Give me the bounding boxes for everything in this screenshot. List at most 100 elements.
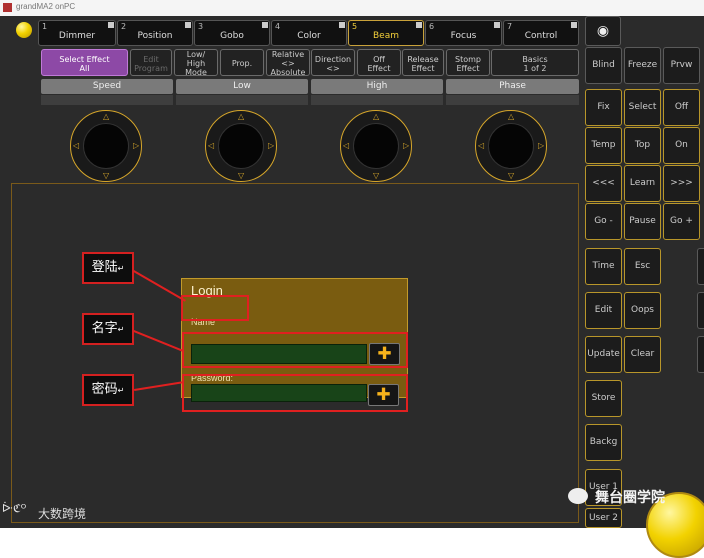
tab-number: 1 (42, 22, 48, 31)
select-effect-all-button[interactable]: Select Effect All (41, 49, 128, 76)
tab-corner-icon (262, 22, 268, 28)
basics-page-button[interactable]: Basics 1 of 2 (491, 49, 579, 76)
password-callout-text: 密码 (91, 382, 118, 397)
encoder-knob-speed[interactable]: △ ▽ ◁ ▷ (70, 110, 142, 182)
encoder-value-high (311, 95, 443, 105)
name-callout: 名字↵ (82, 313, 134, 345)
learn-button[interactable]: Learn (624, 165, 661, 202)
encoder-label-low: Low (176, 79, 308, 94)
tab-number: 6 (429, 22, 435, 31)
arrow-left-icon: ◁ (73, 141, 80, 150)
arrow-down-icon: ▽ (373, 171, 380, 180)
tab-corner-icon (108, 22, 114, 28)
arrow-left-icon: ◁ (343, 141, 350, 150)
page-back-button[interactable]: <<< (585, 165, 622, 202)
watermark-logo-glyph: ᐕℭᴼ (2, 502, 27, 515)
arrow-right-icon: ▷ (538, 141, 545, 150)
encoder-label-speed: Speed (41, 79, 173, 94)
arrow-up-icon: △ (238, 112, 245, 121)
encoder-value-low (176, 95, 308, 105)
window-titlebar: grandMA2 onPC (0, 0, 704, 16)
go-plus-button[interactable]: Go + (663, 203, 700, 240)
arrow-down-icon: ▽ (508, 171, 515, 180)
tab-label: Position (137, 31, 173, 41)
user2-button[interactable]: User 2 (585, 508, 622, 528)
login-title-highlight (181, 295, 249, 321)
return-icon: ↵ (117, 325, 125, 334)
arrow-left-icon: ◁ (478, 141, 485, 150)
esc-button[interactable]: Esc (624, 248, 661, 285)
page-forward-button[interactable]: >>> (663, 165, 700, 202)
name-field-highlight (182, 332, 408, 368)
tab-label: Beam (373, 31, 399, 41)
encoder-label-high: High (311, 79, 443, 94)
encoder-knob-high[interactable]: △ ▽ ◁ ▷ (340, 110, 412, 182)
stomp-effect-button[interactable]: Stomp Effect (446, 49, 490, 76)
encoder-knob-phase[interactable]: △ ▽ ◁ ▷ (475, 110, 547, 182)
low-high-mode-button[interactable]: Low/ High Mode (174, 49, 218, 77)
clear-button[interactable]: Clear (624, 336, 661, 373)
side-key-strip[interactable] (697, 248, 704, 285)
target-button[interactable]: ◉ (585, 16, 621, 46)
go-minus-button[interactable]: Go - (585, 203, 622, 240)
password-callout: 密码↵ (82, 374, 134, 406)
oops-button[interactable]: Oops (624, 292, 661, 329)
relative-absolute-button[interactable]: Relative <> Absolute (266, 49, 310, 77)
tab-label: Gobo (220, 31, 244, 41)
tab-corner-icon (494, 22, 500, 28)
preview-button[interactable]: Prvw (663, 47, 700, 84)
tab-corner-icon (571, 22, 577, 28)
tab-number: 3 (198, 22, 204, 31)
release-effect-button[interactable]: Release Effect (402, 49, 444, 76)
background-button[interactable]: Backg (585, 424, 622, 461)
blind-button[interactable]: Blind (585, 47, 622, 84)
time-button[interactable]: Time (585, 248, 622, 285)
arrow-up-icon: △ (373, 112, 380, 121)
tab-number: 4 (275, 22, 281, 31)
side-key-strip[interactable] (697, 336, 704, 373)
direction-button[interactable]: Direction <> (311, 49, 355, 76)
fix-button[interactable]: Fix (585, 89, 622, 126)
watermark-left-text: 大数跨境 (38, 507, 87, 521)
return-icon: ↵ (117, 386, 125, 395)
tab-control[interactable]: 7 Control (503, 20, 579, 46)
watermark-right-text: 舞台圈学院 (595, 490, 665, 506)
freeze-button[interactable]: Freeze (624, 47, 661, 84)
off-button[interactable]: Off (663, 89, 700, 126)
knob-center (353, 123, 399, 169)
tab-color[interactable]: 4 Color (271, 20, 347, 46)
side-key-strip[interactable] (697, 292, 704, 329)
status-orb-icon[interactable] (16, 22, 32, 38)
tab-gobo[interactable]: 3 Gobo (194, 20, 270, 46)
arrow-up-icon: △ (508, 112, 515, 121)
store-button[interactable]: Store (585, 380, 622, 417)
off-effect-button[interactable]: Off Effect (357, 49, 401, 76)
return-icon: ↵ (117, 264, 125, 273)
tab-beam[interactable]: 5 Beam (348, 20, 424, 46)
encoder-knob-low[interactable]: △ ▽ ◁ ▷ (205, 110, 277, 182)
name-callout-text: 名字 (91, 321, 118, 336)
target-icon: ◉ (596, 23, 610, 39)
temp-button[interactable]: Temp (585, 127, 622, 164)
select-button[interactable]: Select (624, 89, 661, 126)
arrow-right-icon: ▷ (133, 141, 140, 150)
arrow-right-icon: ▷ (268, 141, 275, 150)
tab-corner-icon (339, 22, 345, 28)
tab-position[interactable]: 2 Position (117, 20, 193, 46)
tab-label: Control (524, 31, 558, 41)
pause-button[interactable]: Pause (624, 203, 661, 240)
update-button[interactable]: Update (585, 336, 622, 373)
tab-label: Focus (450, 31, 477, 41)
tab-label: Dimmer (58, 31, 96, 41)
tab-number: 7 (507, 22, 513, 31)
top-button[interactable]: Top (624, 127, 661, 164)
on-button[interactable]: On (663, 127, 700, 164)
prop-button[interactable]: Prop. (220, 49, 264, 76)
tab-number: 5 (352, 22, 358, 31)
login-callout-text: 登陆 (91, 260, 118, 275)
edit-button[interactable]: Edit (585, 292, 622, 329)
tab-focus[interactable]: 6 Focus (425, 20, 502, 46)
tab-dimmer[interactable]: 1 Dimmer (38, 20, 116, 46)
edit-program-button[interactable]: Edit Program (130, 49, 172, 76)
arrow-left-icon: ◁ (208, 141, 215, 150)
